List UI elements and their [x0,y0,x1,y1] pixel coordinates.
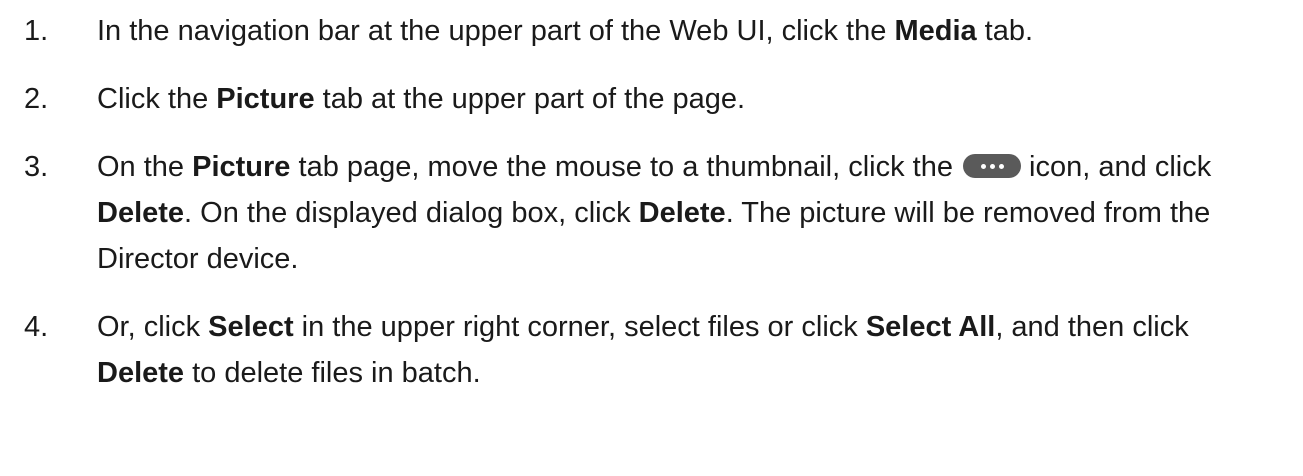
step-text-part: Or, click [97,311,209,343]
step-text-part: to delete files in batch. [184,357,481,389]
ui-term-picture: Picture [192,151,291,183]
step-number: 3. [24,151,49,183]
step-text-part: , and then click [995,311,1189,343]
more-options-icon [963,154,1021,179]
step-number: 4. [24,311,49,343]
step-text-part: In the navigation bar at the upper part … [97,15,895,47]
step-text: Or, click Select in the upper right corn… [97,311,1189,389]
instruction-steps: 1. In the navigation bar at the upper pa… [0,8,1303,396]
step-text-part: . On the displayed dialog box, click [184,197,639,229]
more-options-dot [990,164,995,170]
ui-term-picture: Picture [216,83,315,115]
step-text-part: in the upper right corner, select files … [293,311,866,343]
step-number: 2. [24,83,49,115]
step-text: In the navigation bar at the upper part … [97,15,1033,47]
step-4: 4. Or, click Select in the upper right c… [0,304,1303,396]
more-options-dot [999,164,1004,170]
step-3: 3. On the Picture tab page, move the mou… [0,144,1303,282]
step-text-part: icon, and click [1021,151,1212,183]
step-1: 1. In the navigation bar at the upper pa… [0,8,1303,54]
step-2: 2. Click the Picture tab at the upper pa… [0,76,1303,122]
step-text-part: tab page, move the mouse to a thumbnail,… [290,151,954,183]
step-number: 1. [24,15,49,47]
step-text-part: tab at the upper part of the page. [314,83,746,115]
step-text-part: On the [97,151,193,183]
ui-term-select-all: Select All [865,311,996,343]
ui-term-delete: Delete [638,197,726,229]
step-text: Click the Picture tab at the upper part … [97,83,745,115]
ui-term-delete: Delete [97,357,185,389]
ui-term-media: Media [894,15,977,47]
step-text-part: Click the [97,83,217,115]
step-text: On the Picture tab page, move the mouse … [97,151,1211,275]
step-text-part: tab. [976,15,1034,47]
ui-term-delete: Delete [97,197,185,229]
more-options-dot [981,164,986,170]
ui-term-select: Select [208,311,294,343]
